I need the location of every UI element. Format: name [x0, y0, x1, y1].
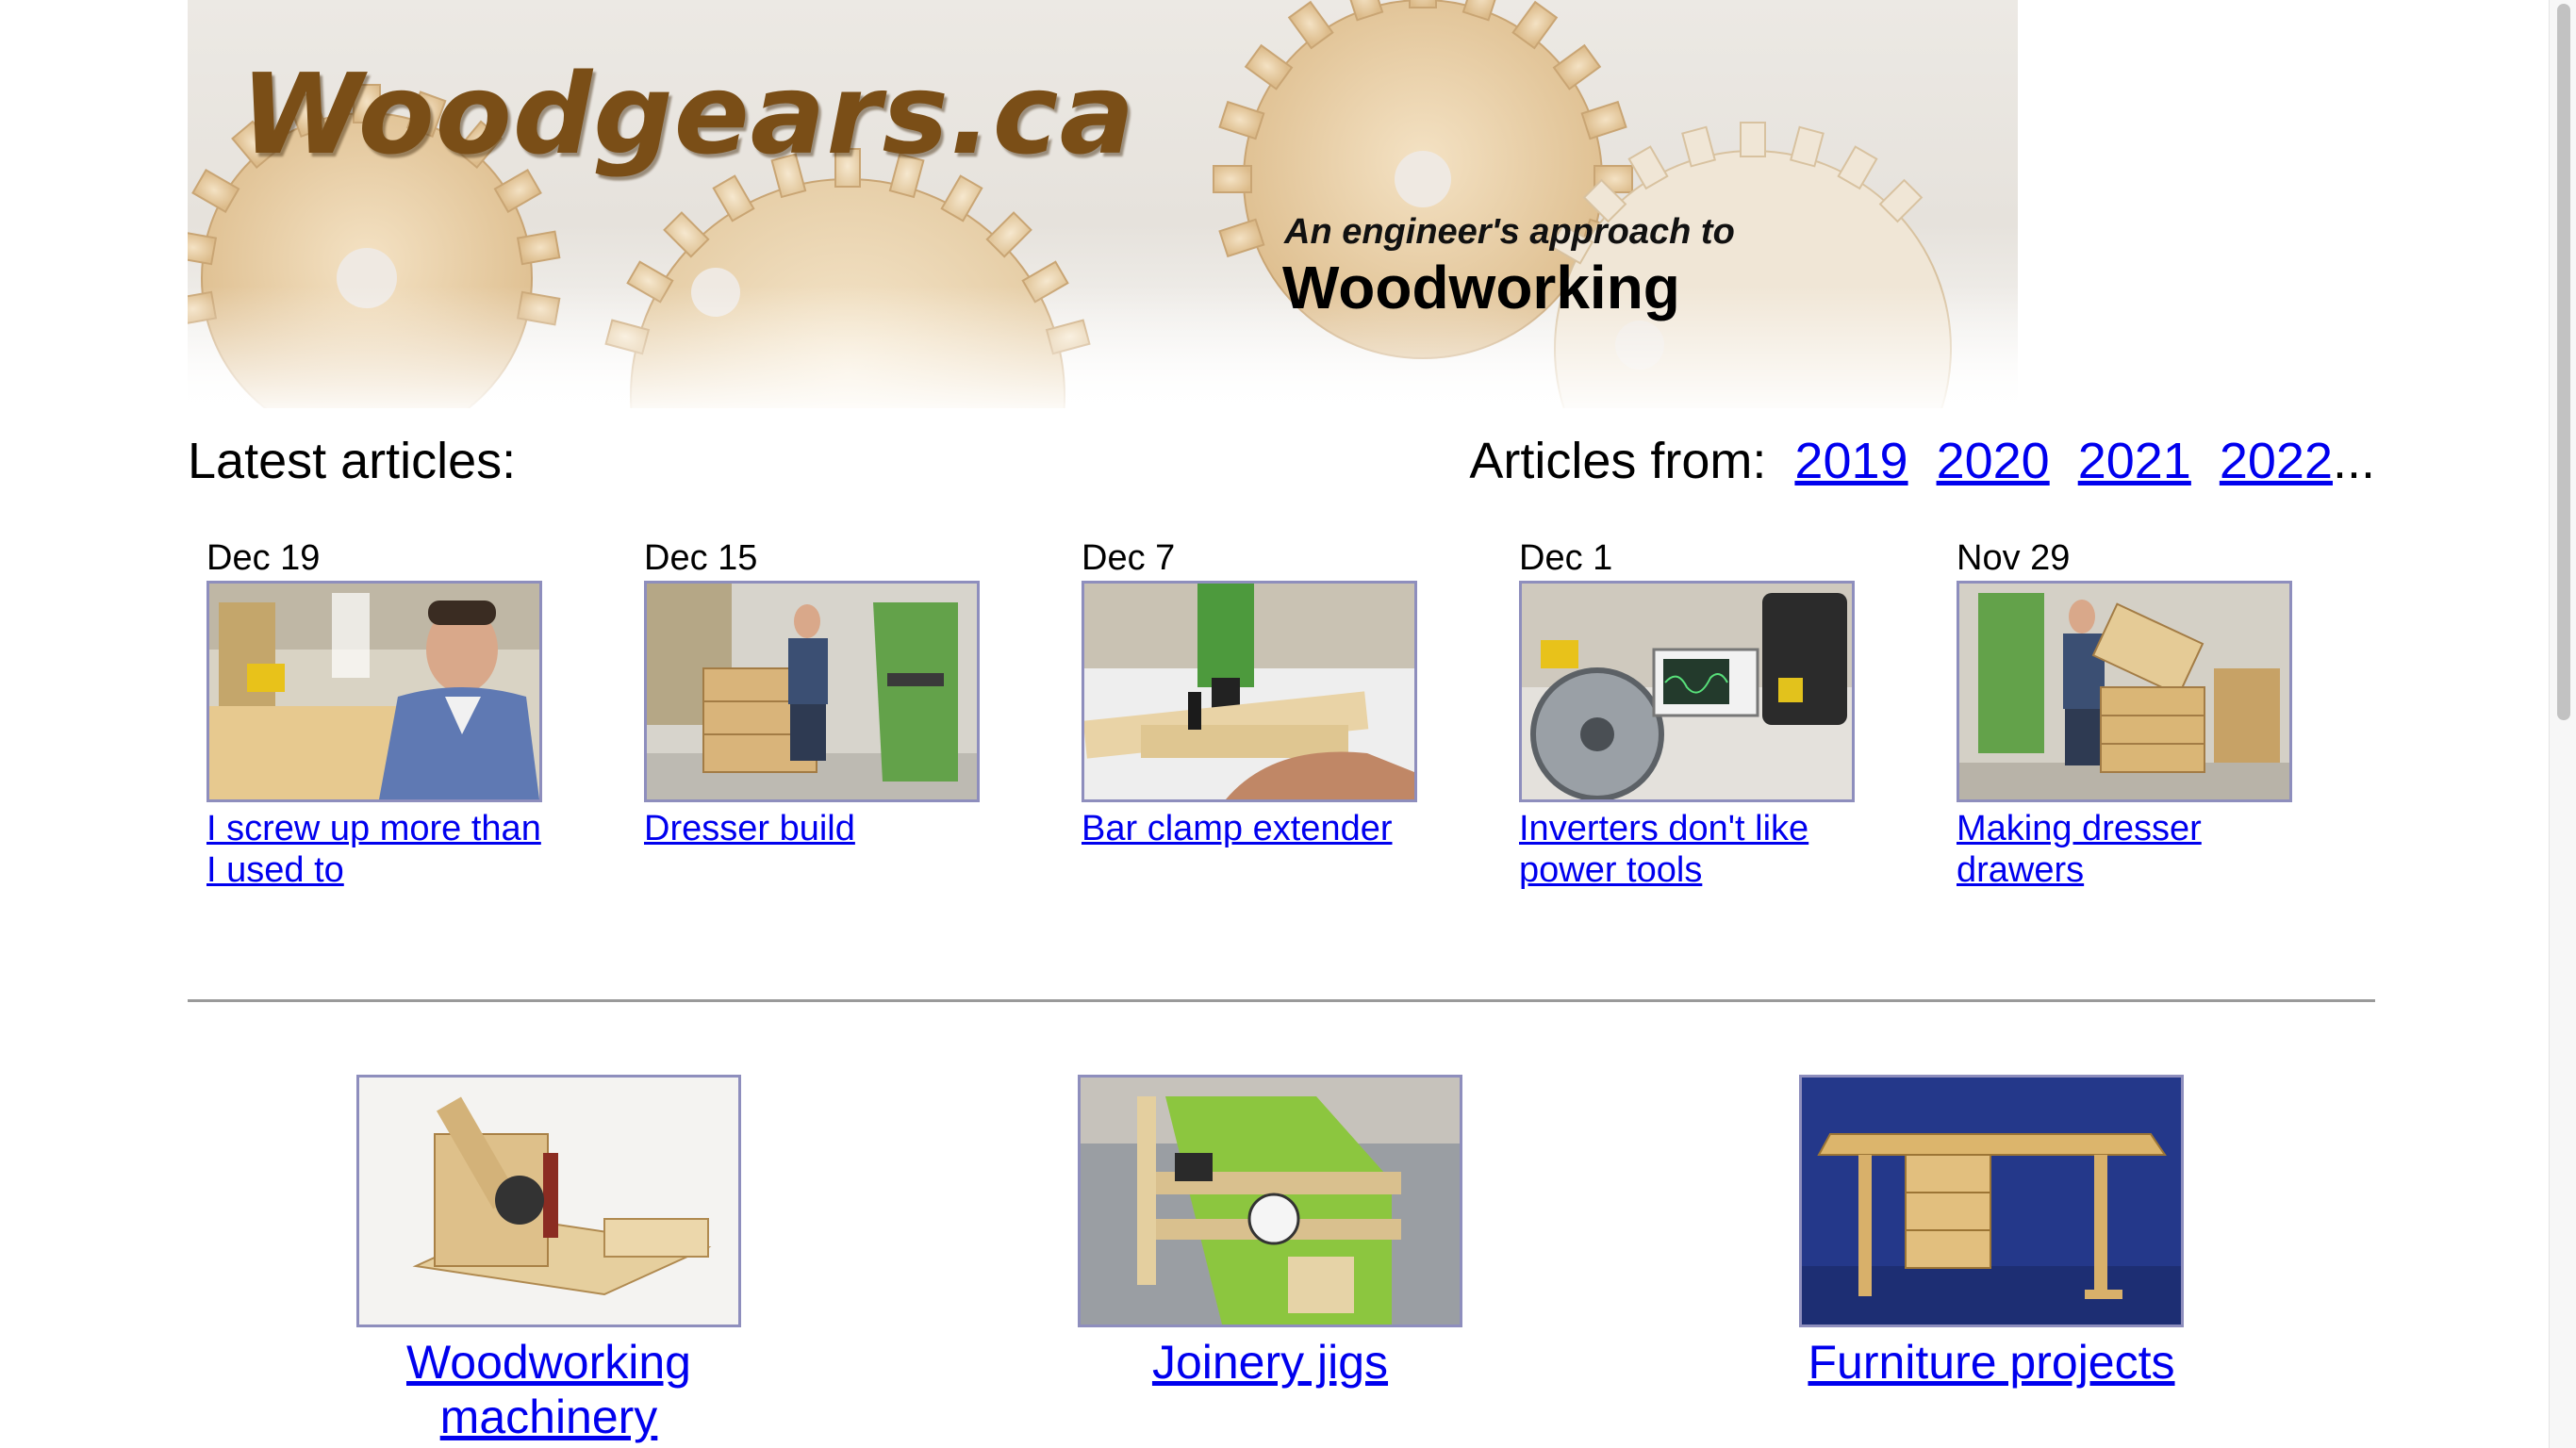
category-card: Furniture projects	[1756, 1075, 2227, 1390]
article-date: Dec 19	[206, 538, 321, 578]
article-date: Dec 7	[1082, 538, 1176, 578]
tablesaw-jig-photo[interactable]	[1078, 1075, 1462, 1327]
year-link-2021[interactable]: 2021	[2078, 433, 2191, 489]
category-card: Joinery jigs	[1034, 1075, 1506, 1390]
drilling-clamp-photo[interactable]	[1082, 581, 1417, 802]
man-holding-drawer-photo[interactable]	[1957, 581, 2292, 802]
year-link-2022[interactable]: 2022	[2220, 433, 2333, 489]
man-in-workshop-photo[interactable]	[206, 581, 542, 802]
article-title-link[interactable]: Making dresser drawers	[1957, 808, 2305, 891]
circular-saw-oscilloscope-photo[interactable]	[1519, 581, 1855, 802]
wooden-desk-photo[interactable]	[1799, 1075, 2184, 1327]
article-title-link[interactable]: Dresser build	[644, 808, 993, 849]
article-title-link[interactable]: Inverters don't like power tools	[1519, 808, 1868, 891]
category-card: Woodworking machinery	[313, 1075, 784, 1444]
section-divider	[188, 999, 2375, 1002]
vertical-scrollbar[interactable]	[2549, 0, 2576, 1448]
article-card: Dec 15 Dresser build	[644, 535, 1002, 849]
article-date: Dec 15	[644, 538, 758, 578]
page: Woodgears.ca An engineer's approach to W…	[0, 0, 2576, 1448]
year-link-2019[interactable]: 2019	[1794, 433, 1907, 489]
year-link-2020[interactable]: 2020	[1937, 433, 2050, 489]
article-title-link[interactable]: I screw up more than I used to	[206, 808, 555, 891]
article-card: Nov 29 Making dresser drawers	[1957, 535, 2315, 891]
article-card: Dec 7 Bar clamp extender	[1082, 535, 1440, 849]
article-title-link[interactable]: Bar clamp extender	[1082, 808, 1430, 849]
site-banner[interactable]: Woodgears.ca An engineer's approach to W…	[188, 0, 2018, 408]
mortising-machine-photo[interactable]	[356, 1075, 741, 1327]
scrollbar-thumb[interactable]	[2557, 4, 2570, 720]
years-more-ellipsis: ...	[2332, 433, 2375, 489]
tagline-subtitle: An engineer's approach to	[1284, 212, 1735, 252]
articles-by-year: Articles from: 2019 2020 2021 2022...	[1469, 432, 2375, 490]
category-link-joinery-jigs[interactable]: Joinery jigs	[1034, 1335, 1506, 1390]
article-card: Dec 19 I screw up more than I used to	[206, 535, 565, 891]
tagline-title: Woodworking	[1282, 254, 1680, 321]
article-date: Nov 29	[1957, 538, 2071, 578]
latest-articles-heading: Latest articles:	[188, 433, 517, 489]
category-link-furniture[interactable]: Furniture projects	[1756, 1335, 2227, 1390]
articles-from-label: Articles from:	[1469, 433, 1767, 489]
category-link-machinery[interactable]: Woodworking machinery	[313, 1335, 784, 1444]
site-logo[interactable]: Woodgears.ca	[240, 49, 1135, 179]
article-card: Dec 1 Inverters don't like power tools	[1519, 535, 1877, 891]
dresser-and-bandsaw-photo[interactable]	[644, 581, 980, 802]
article-date: Dec 1	[1519, 538, 1613, 578]
